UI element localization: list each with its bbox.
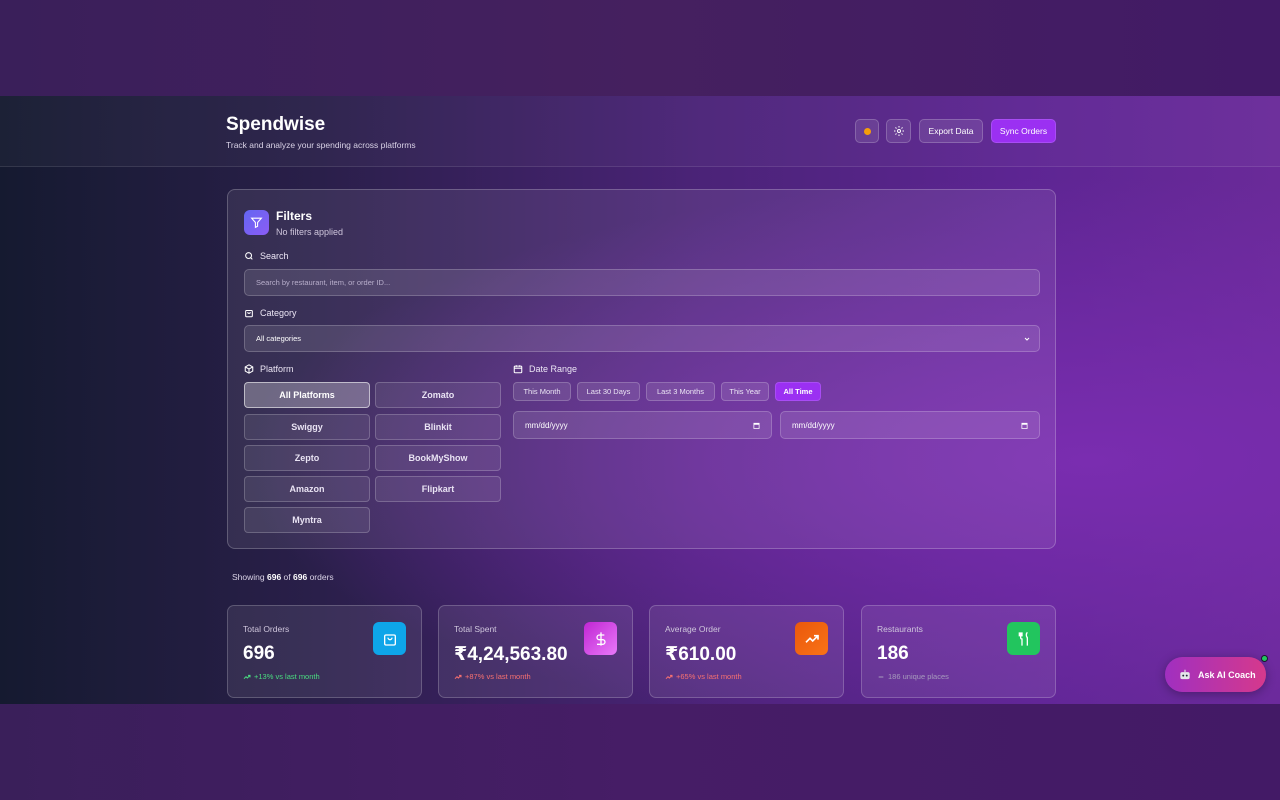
date-range-label-text: Date Range (529, 364, 578, 374)
platform-myntra[interactable]: Myntra (244, 507, 370, 533)
calendar-icon (513, 365, 523, 374)
bag-icon (245, 309, 253, 318)
stat-card-total-spent: Total Spent ₹4,24,563.80 +87% vs last mo… (438, 605, 633, 698)
platform-swiggy[interactable]: Swiggy (244, 414, 370, 440)
app-viewport: Spendwise Track and analyze your spendin… (0, 96, 1280, 704)
platform-all[interactable]: All Platforms (244, 382, 370, 408)
dollar-icon (584, 622, 617, 655)
stat-card-total-orders: Total Orders 696 +13% vs last month (227, 605, 422, 698)
stat-title: Restaurants (877, 624, 923, 634)
stat-card-restaurants: Restaurants 186 186 unique places (861, 605, 1056, 698)
filters-status: No filters applied (276, 227, 344, 237)
trend-up-icon (454, 674, 462, 679)
end-date-placeholder: mm/dd/yyyy (792, 420, 835, 430)
stat-value: ₹4,24,563.80 (454, 644, 568, 665)
start-date-input[interactable]: mm/dd/yyyy (513, 411, 772, 439)
stat-trend-text: +87% vs last month (465, 672, 531, 681)
theme-toggle-button[interactable] (855, 119, 879, 143)
stat-trend-text: 186 unique places (888, 672, 949, 681)
stat-value: 696 (243, 643, 275, 664)
chevron-down-icon (1024, 337, 1030, 341)
platform-flipkart[interactable]: Flipkart (375, 476, 501, 502)
export-data-button[interactable]: Export Data (919, 119, 983, 143)
search-label-text: Search (260, 251, 289, 261)
gear-icon (893, 126, 904, 136)
stat-trend: 186 unique places (877, 672, 949, 681)
sun-icon (863, 127, 871, 135)
app-title: Spendwise (226, 114, 326, 135)
results-count: Showing 696 of 696 orders (232, 572, 334, 582)
bottom-letterbox (0, 704, 1280, 800)
stat-title: Total Spent (454, 624, 497, 634)
trending-up-icon (795, 622, 828, 655)
category-label-text: Category (260, 308, 297, 318)
category-selected: All categories (256, 334, 302, 343)
filters-panel: Filters No filters applied Search Search… (227, 189, 1056, 549)
ask-ai-coach-label: Ask AI Coach (1198, 669, 1256, 680)
stat-trend: +13% vs last month (243, 672, 320, 681)
date-preset-last-30-days[interactable]: Last 30 Days (577, 382, 640, 401)
results-prefix: Showing (232, 572, 265, 582)
date-range-label: Date Range (513, 364, 577, 374)
app-header: Spendwise Track and analyze your spendin… (0, 96, 1280, 167)
stat-title: Average Order (665, 624, 721, 634)
ask-ai-coach-button[interactable]: Ask AI Coach (1165, 657, 1266, 692)
settings-button[interactable] (886, 119, 911, 143)
stat-title: Total Orders (243, 624, 290, 634)
search-input[interactable]: Search by restaurant, item, or order ID.… (244, 269, 1040, 296)
date-preset-this-month[interactable]: This Month (513, 382, 571, 401)
robot-icon (1180, 669, 1190, 679)
end-date-input[interactable]: mm/dd/yyyy (780, 411, 1040, 439)
platform-amazon[interactable]: Amazon (244, 476, 370, 502)
platform-zepto[interactable]: Zepto (244, 445, 370, 471)
platform-label-text: Platform (260, 364, 294, 374)
stat-trend-text: +13% vs last month (254, 672, 320, 681)
trend-up-icon (243, 674, 251, 679)
stat-card-average-order: Average Order ₹610.00 +65% vs last month (649, 605, 844, 698)
category-select[interactable]: All categories (244, 325, 1040, 352)
calendar-icon[interactable] (1020, 421, 1029, 430)
stat-trend: +87% vs last month (454, 672, 531, 681)
start-date-placeholder: mm/dd/yyyy (525, 420, 568, 430)
results-of: of (283, 572, 291, 582)
online-status-dot (1261, 655, 1268, 662)
date-preset-all-time[interactable]: All Time (775, 382, 821, 401)
search-label: Search (244, 251, 289, 261)
box-icon (244, 364, 254, 374)
platform-zomato[interactable]: Zomato (375, 382, 501, 408)
stat-trend: +65% vs last month (665, 672, 742, 681)
filter-icon (244, 210, 269, 235)
date-preset-last-3-months[interactable]: Last 3 Months (646, 382, 715, 401)
trend-up-icon (665, 674, 673, 679)
results-shown: 696 (266, 572, 282, 582)
platform-label: Platform (244, 364, 294, 374)
results-suffix: orders (309, 572, 334, 582)
sync-orders-button[interactable]: Sync Orders (991, 119, 1056, 143)
app-subtitle: Track and analyze your spending across p… (226, 140, 416, 150)
shopping-bag-icon (373, 622, 406, 655)
results-total: 696 (293, 572, 308, 582)
stat-trend-text: +65% vs last month (676, 672, 742, 681)
date-preset-this-year[interactable]: This Year (721, 382, 769, 401)
platform-bookmyshow[interactable]: BookMyShow (375, 445, 501, 471)
utensils-icon (1007, 622, 1040, 655)
platform-blinkit[interactable]: Blinkit (375, 414, 501, 440)
neutral-trend-icon (878, 676, 884, 677)
filters-title: Filters (276, 209, 313, 223)
category-label: Category (244, 308, 297, 318)
search-placeholder: Search by restaurant, item, or order ID.… (256, 278, 391, 287)
stat-value: 186 (877, 643, 909, 664)
calendar-icon[interactable] (752, 421, 761, 430)
stat-value: ₹610.00 (665, 644, 737, 665)
top-letterbox (0, 0, 1280, 96)
search-icon (245, 252, 253, 260)
